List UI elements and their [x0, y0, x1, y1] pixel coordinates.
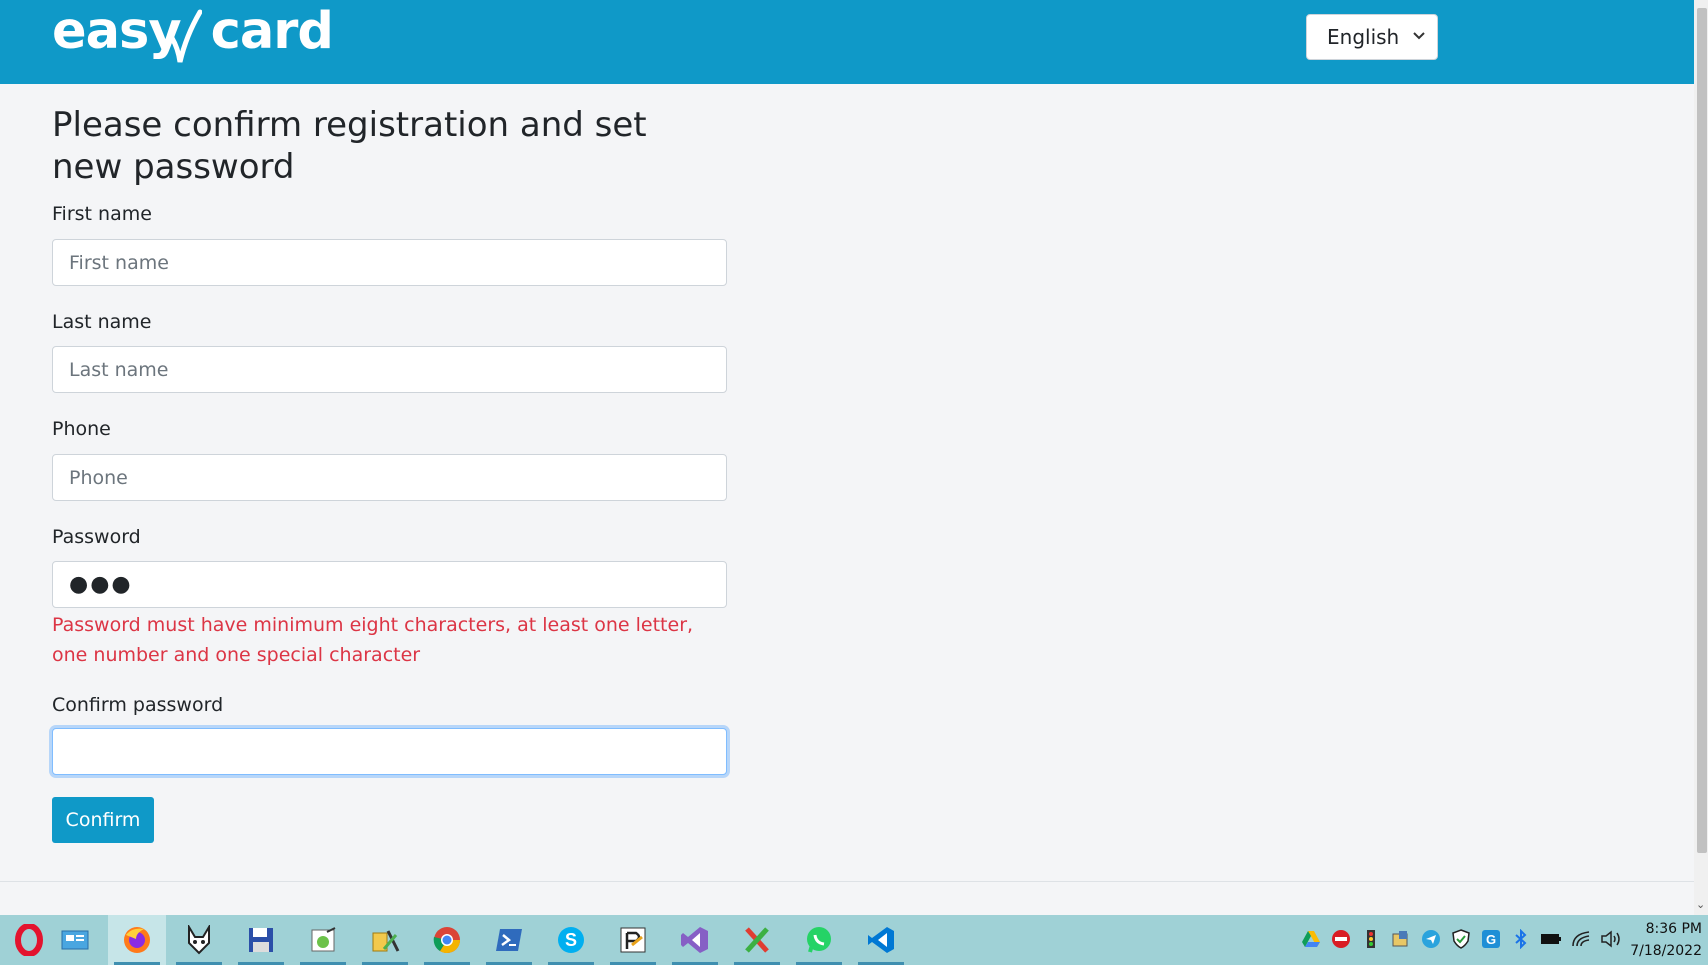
- vscode-icon[interactable]: [852, 915, 910, 965]
- whatsapp-icon[interactable]: [790, 915, 848, 965]
- tools-icon[interactable]: [356, 915, 414, 965]
- confirm-password-label: Confirm password: [52, 694, 224, 716]
- password-label: Password: [52, 526, 141, 548]
- footer-divider: [0, 881, 1694, 882]
- chrome-icon[interactable]: [418, 915, 476, 965]
- clock[interactable]: 8:36 PM 7/18/2022: [1630, 918, 1702, 962]
- firefox-icon[interactable]: [108, 915, 166, 965]
- top-header-bar: easy card English: [0, 0, 1694, 84]
- clock-date: 7/18/2022: [1630, 943, 1702, 959]
- traffic-light-icon[interactable]: [1360, 928, 1382, 950]
- powershell-icon[interactable]: [480, 915, 538, 965]
- g-app-icon[interactable]: G: [1480, 928, 1502, 950]
- fox-app-icon[interactable]: [170, 915, 228, 965]
- confirm-button[interactable]: Confirm: [52, 797, 154, 843]
- easycard-logo[interactable]: easy card: [52, 2, 334, 64]
- language-select[interactable]: English: [1306, 14, 1438, 60]
- phone-label: Phone: [52, 418, 111, 440]
- first-name-input[interactable]: [52, 239, 727, 286]
- chevron-down-icon: [1413, 32, 1425, 40]
- control-panel-icon[interactable]: [46, 915, 104, 965]
- battery-icon[interactable]: [1540, 928, 1562, 950]
- last-name-input[interactable]: [52, 346, 727, 393]
- telegram-icon[interactable]: [1420, 928, 1442, 950]
- google-drive-icon[interactable]: [1300, 928, 1322, 950]
- scroll-down-arrow-icon[interactable]: ⌄: [1696, 898, 1705, 911]
- logo-text-card: card: [210, 2, 334, 61]
- wifi-icon[interactable]: [1570, 928, 1592, 950]
- svg-text:G: G: [1486, 932, 1496, 947]
- stop-sign-icon[interactable]: [1330, 928, 1352, 950]
- first-name-label: First name: [52, 203, 152, 225]
- x-app-icon[interactable]: [728, 915, 786, 965]
- skype-icon[interactable]: S: [542, 915, 600, 965]
- logo-text-easy: easy: [52, 2, 182, 61]
- last-name-label: Last name: [52, 311, 152, 333]
- notepad-frog-icon[interactable]: [294, 915, 352, 965]
- security-shield-icon[interactable]: [1450, 928, 1472, 950]
- password-error-message: Password must have minimum eight charact…: [52, 614, 694, 666]
- visual-studio-icon[interactable]: [666, 915, 724, 965]
- paint-icon[interactable]: [604, 915, 662, 965]
- network-drive-icon[interactable]: [1390, 928, 1412, 950]
- floppy-save-icon[interactable]: [232, 915, 290, 965]
- password-value: ●●●: [69, 572, 133, 597]
- language-selected-value: English: [1327, 25, 1400, 49]
- volume-icon[interactable]: [1600, 928, 1622, 950]
- logo-swoosh-icon: [170, 9, 202, 63]
- phone-input[interactable]: [52, 454, 727, 501]
- password-input[interactable]: ●●●: [52, 561, 727, 608]
- page-title: Please confirm registration and set new …: [52, 105, 647, 187]
- scrollbar-thumb[interactable]: [1697, 8, 1707, 853]
- bluetooth-icon[interactable]: [1510, 928, 1532, 950]
- svg-text:S: S: [565, 930, 577, 950]
- confirm-password-input[interactable]: [52, 728, 727, 775]
- clock-time: 8:36 PM: [1645, 921, 1702, 937]
